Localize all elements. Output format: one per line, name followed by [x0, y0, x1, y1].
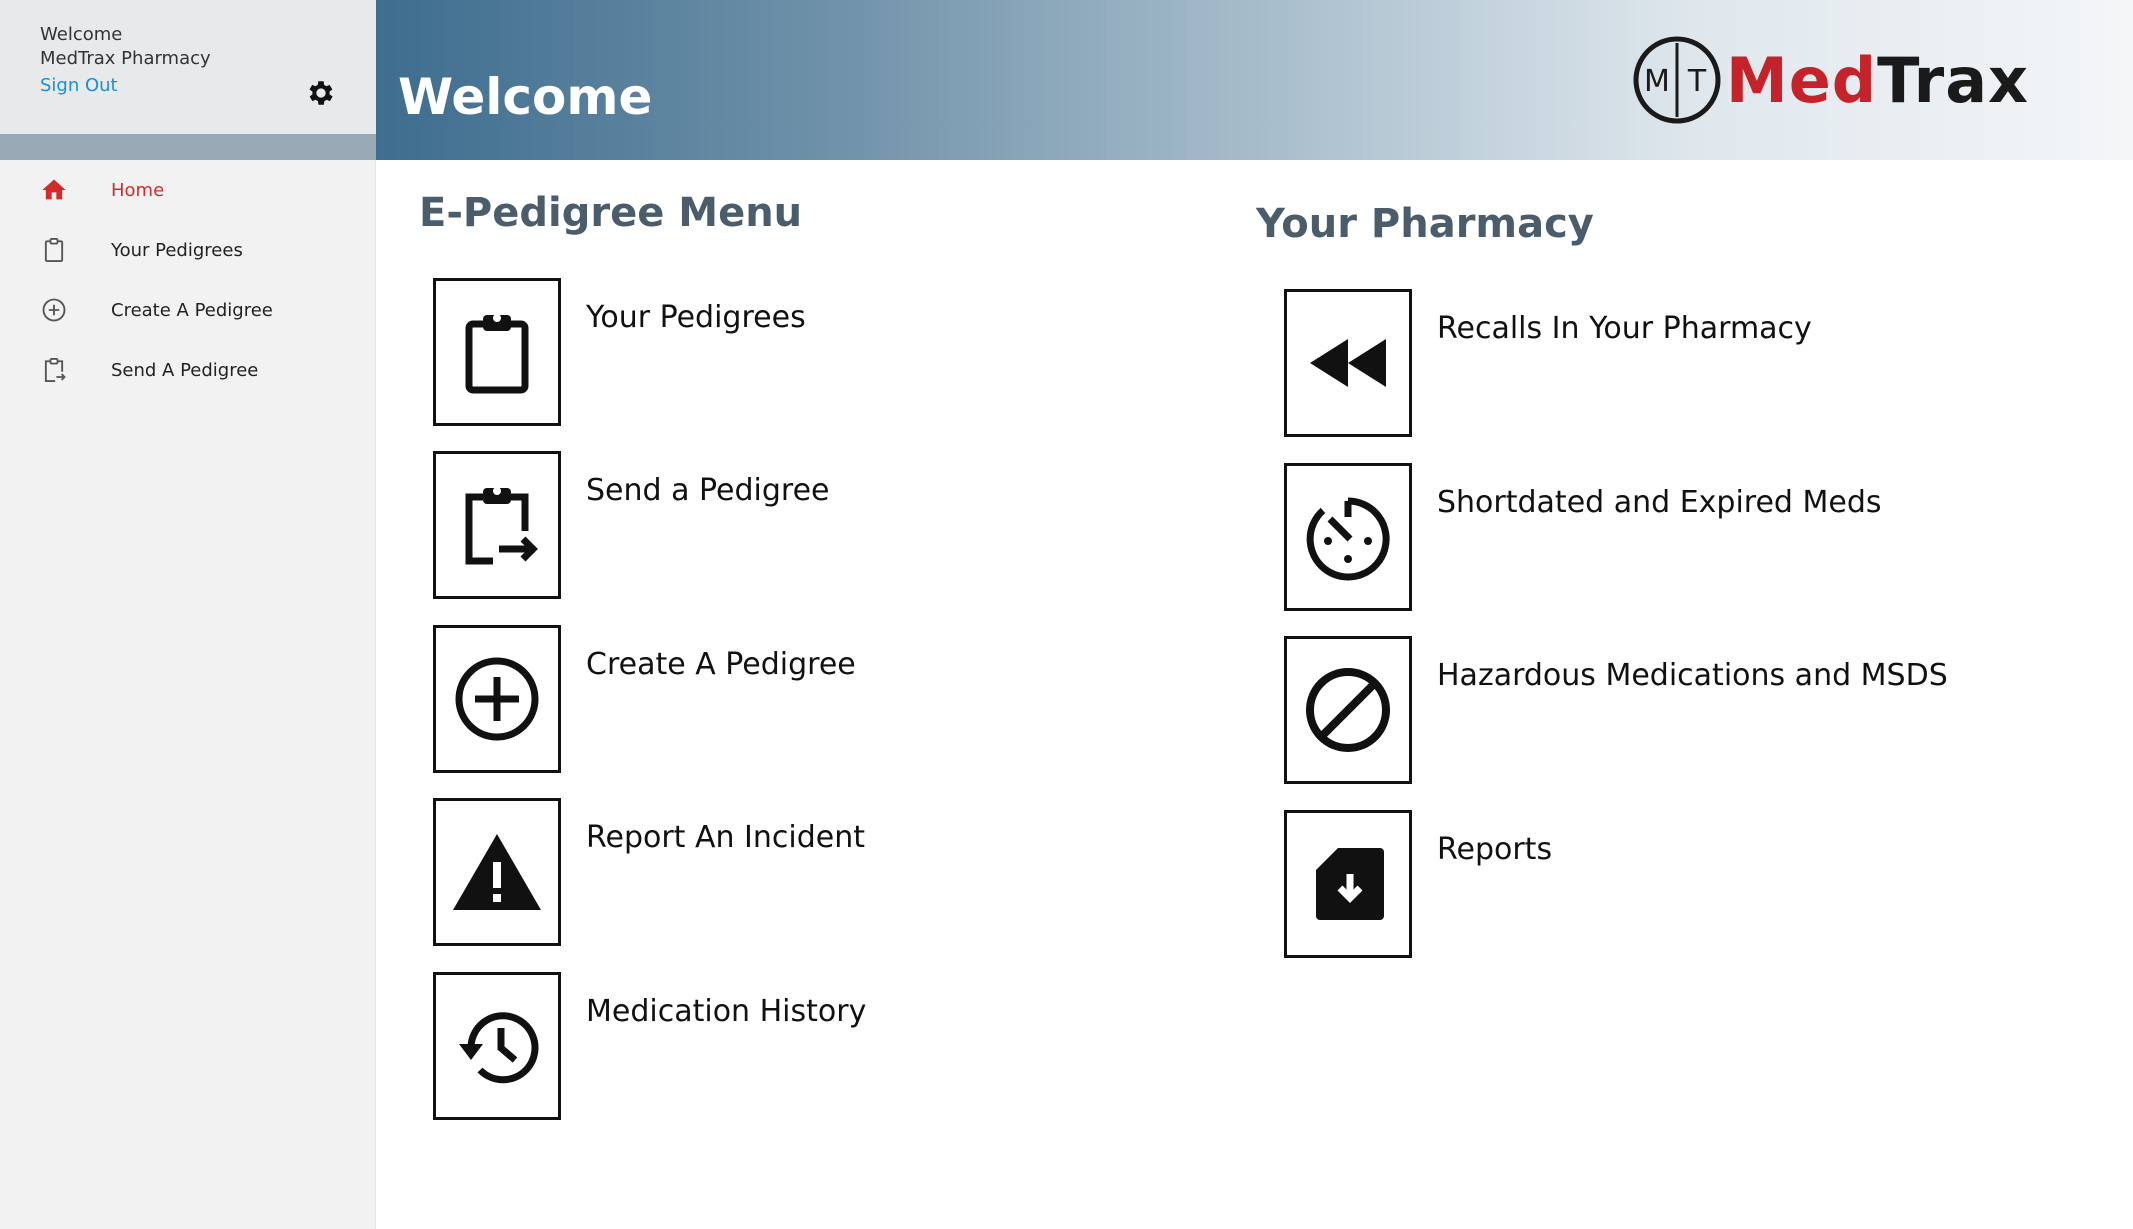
page-title: Welcome: [398, 68, 653, 126]
logo-med-text: Med: [1726, 43, 1878, 117]
tile-label: Create A Pedigree: [586, 647, 856, 682]
timer-icon: [1306, 497, 1390, 581]
tile-icon-box: [433, 972, 561, 1120]
sidebar-item-label: Create A Pedigree: [111, 299, 273, 321]
warning-icon: [453, 834, 541, 910]
logo-mark-icon: M T: [1633, 36, 1721, 124]
sidebar-account-panel: Welcome MedTrax Pharmacy Sign Out: [0, 0, 376, 134]
sidebar-item-create-a-pedigree[interactable]: Create A Pedigree: [0, 280, 376, 340]
tile-icon-box: [1284, 636, 1412, 784]
tile-icon-box: [433, 278, 561, 426]
tile-icon-box: [1284, 463, 1412, 611]
history-icon: [459, 1012, 539, 1084]
your-pharmacy-title: Your Pharmacy: [1256, 201, 1594, 247]
sidebar-item-home[interactable]: Home: [0, 160, 376, 220]
file-download-icon: [1316, 848, 1384, 920]
tile-label: Send a Pedigree: [586, 473, 830, 508]
logo-trax-text: Trax: [1877, 43, 2030, 117]
sidebar-item-label: Send A Pedigree: [111, 359, 259, 381]
sidebar-item-your-pedigrees[interactable]: Your Pedigrees: [0, 220, 376, 280]
home-icon: [42, 179, 66, 200]
plus-circle-icon: [42, 298, 66, 322]
gear-icon[interactable]: [305, 77, 337, 109]
tile-label: Recalls In Your Pharmacy: [1437, 311, 1812, 346]
clipboard-send-icon: [465, 487, 538, 565]
tile-label: Hazardous Medications and MSDS: [1437, 658, 1948, 693]
medtrax-logo: M T MedTrax: [1632, 36, 2029, 124]
page-header: Welcome M T MedTrax: [376, 0, 2133, 160]
rewind-icon: [1310, 339, 1386, 387]
sidebar-band: [0, 134, 376, 160]
tile-label: Your Pedigrees: [586, 300, 806, 335]
clipboard-icon: [44, 237, 64, 263]
sidebar-item-label: Your Pedigrees: [111, 239, 243, 261]
tile-icon-box: [1284, 810, 1412, 958]
tile-icon-box: [433, 451, 561, 599]
welcome-label: Welcome: [40, 24, 123, 45]
tile-icon-box: [1284, 289, 1412, 437]
sidebar-item-label: Home: [111, 179, 165, 201]
clipboard-send-icon: [44, 357, 66, 383]
tile-label: Reports: [1437, 832, 1553, 867]
plus-circle-icon: [455, 657, 539, 741]
clipboard-icon: [465, 314, 529, 394]
sign-out-link[interactable]: Sign Out: [40, 75, 118, 96]
tile-label: Medication History: [586, 994, 867, 1029]
svg-text:M: M: [1644, 64, 1670, 99]
epedigree-menu-title: E-Pedigree Menu: [419, 190, 803, 236]
sidebar: Welcome MedTrax Pharmacy Sign Out Home Y…: [0, 0, 376, 1229]
pharmacy-name: MedTrax Pharmacy: [40, 48, 211, 69]
sidebar-nav: Home Your Pedigrees Create A Pedigree Se…: [0, 160, 376, 400]
tile-label: Report An Incident: [586, 820, 866, 855]
tile-label: Shortdated and Expired Meds: [1437, 485, 1882, 520]
tile-icon-box: [433, 625, 561, 773]
prohibited-icon: [1306, 668, 1390, 752]
svg-text:T: T: [1687, 64, 1707, 99]
logo-wordmark: MedTrax: [1726, 44, 2029, 117]
tile-icon-box: [433, 798, 561, 946]
sidebar-item-send-a-pedigree[interactable]: Send A Pedigree: [0, 340, 376, 400]
